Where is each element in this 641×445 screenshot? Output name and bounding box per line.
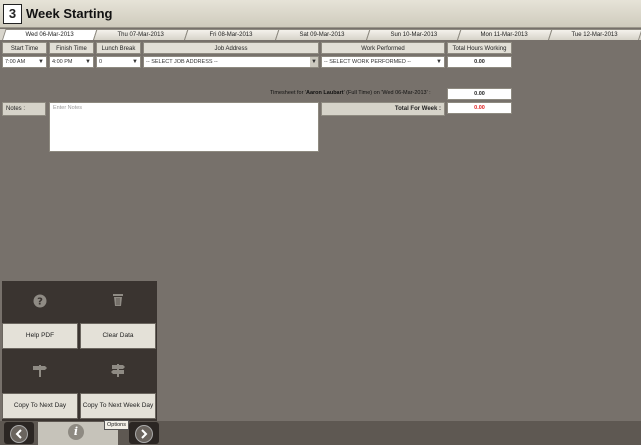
question-icon: ? bbox=[2, 281, 78, 321]
arrow-left-icon bbox=[10, 425, 28, 443]
chevron-down-icon: ▼ bbox=[436, 59, 442, 65]
page-header: 3 Week Starting bbox=[0, 0, 641, 28]
help-pdf-button[interactable]: ? Help PDF bbox=[2, 281, 78, 349]
col-work-performed: Work Performed bbox=[321, 42, 445, 54]
tab-day-5[interactable]: Sun 10-Mar-2013 bbox=[366, 29, 462, 40]
work-performed-value: -- SELECT WORK PERFORMED -- bbox=[324, 59, 411, 65]
help-pdf-label: Help PDF bbox=[2, 323, 78, 349]
chevron-down-icon: ▼ bbox=[132, 59, 138, 65]
tab-day-2[interactable]: Thu 07-Mar-2013 bbox=[93, 29, 189, 40]
step-number: 3 bbox=[3, 4, 22, 24]
tab-day-4[interactable]: Sat 09-Mar-2013 bbox=[275, 29, 371, 40]
work-performed-select[interactable]: -- SELECT WORK PERFORMED -- ▼ bbox=[321, 56, 445, 68]
lunch-break-select[interactable]: 0 ▼ bbox=[96, 56, 141, 68]
col-start-time: Start Time bbox=[2, 42, 47, 54]
trash-icon bbox=[80, 281, 156, 321]
col-job-address: Job Address bbox=[143, 42, 319, 54]
job-address-value: -- SELECT JOB ADDRESS -- bbox=[146, 59, 218, 65]
finish-time-value: 4:00 PM bbox=[52, 59, 73, 65]
tab-day-7[interactable]: Tue 12-Mar-2013 bbox=[548, 29, 641, 40]
forward-button[interactable] bbox=[129, 422, 159, 444]
arrow-right-icon bbox=[135, 425, 153, 443]
total-hours-value: 0.00 bbox=[447, 56, 512, 68]
action-panel: ? Help PDF Clear Data Copy To Next Day C… bbox=[2, 281, 157, 421]
options-tooltip: Options bbox=[104, 420, 129, 430]
col-finish-time: Finish Time bbox=[49, 42, 94, 54]
svg-text:?: ? bbox=[37, 297, 43, 308]
double-signpost-icon bbox=[80, 351, 156, 391]
start-time-select[interactable]: 7:00 AM ▼ bbox=[2, 56, 47, 68]
tab-day-6[interactable]: Mon 11-Mar-2013 bbox=[457, 29, 553, 40]
chevron-down-icon: ▼ bbox=[310, 57, 318, 67]
tab-day-3[interactable]: Fri 08-Mar-2013 bbox=[184, 29, 280, 40]
clear-data-label: Clear Data bbox=[80, 323, 156, 349]
day-tabs: Wed 06-Mar-2013 Thu 07-Mar-2013 Fri 08-M… bbox=[0, 29, 641, 40]
chevron-down-icon: ▼ bbox=[38, 59, 44, 65]
col-total-hours: Total Hours Working bbox=[447, 42, 512, 54]
notes-label: Notes : bbox=[2, 102, 46, 116]
chevron-down-icon: ▼ bbox=[85, 59, 91, 65]
page-title: Week Starting bbox=[26, 6, 113, 21]
day-total-value: 0.00 bbox=[447, 88, 512, 100]
start-time-value: 7:00 AM bbox=[5, 59, 26, 65]
timesheet-summary-label: Timesheet for 'Aaron Laubart' (Full Time… bbox=[270, 90, 431, 96]
info-icon: i bbox=[68, 424, 84, 440]
copy-next-week-day-label: Copy To Next Week Day bbox=[80, 393, 156, 419]
signpost-icon bbox=[2, 351, 78, 391]
job-address-select[interactable]: -- SELECT JOB ADDRESS -- ▼ bbox=[143, 56, 319, 68]
back-button[interactable] bbox=[4, 422, 34, 444]
col-lunch-break: Lunch Break bbox=[96, 42, 141, 54]
clear-data-button[interactable]: Clear Data bbox=[80, 281, 156, 349]
week-total-label: Total For Week : bbox=[321, 102, 445, 116]
finish-time-select[interactable]: 4:00 PM ▼ bbox=[49, 56, 94, 68]
copy-next-day-label: Copy To Next Day bbox=[2, 393, 78, 419]
lunch-break-value: 0 bbox=[99, 59, 103, 65]
copy-next-day-button[interactable]: Copy To Next Day bbox=[2, 351, 78, 419]
copy-next-week-day-button[interactable]: Copy To Next Week Day bbox=[80, 351, 156, 419]
week-total-value: 0.00 bbox=[447, 102, 512, 114]
tab-day-1[interactable]: Wed 06-Mar-2013 bbox=[2, 29, 98, 40]
notes-textarea[interactable]: Enter Notes bbox=[49, 102, 319, 152]
